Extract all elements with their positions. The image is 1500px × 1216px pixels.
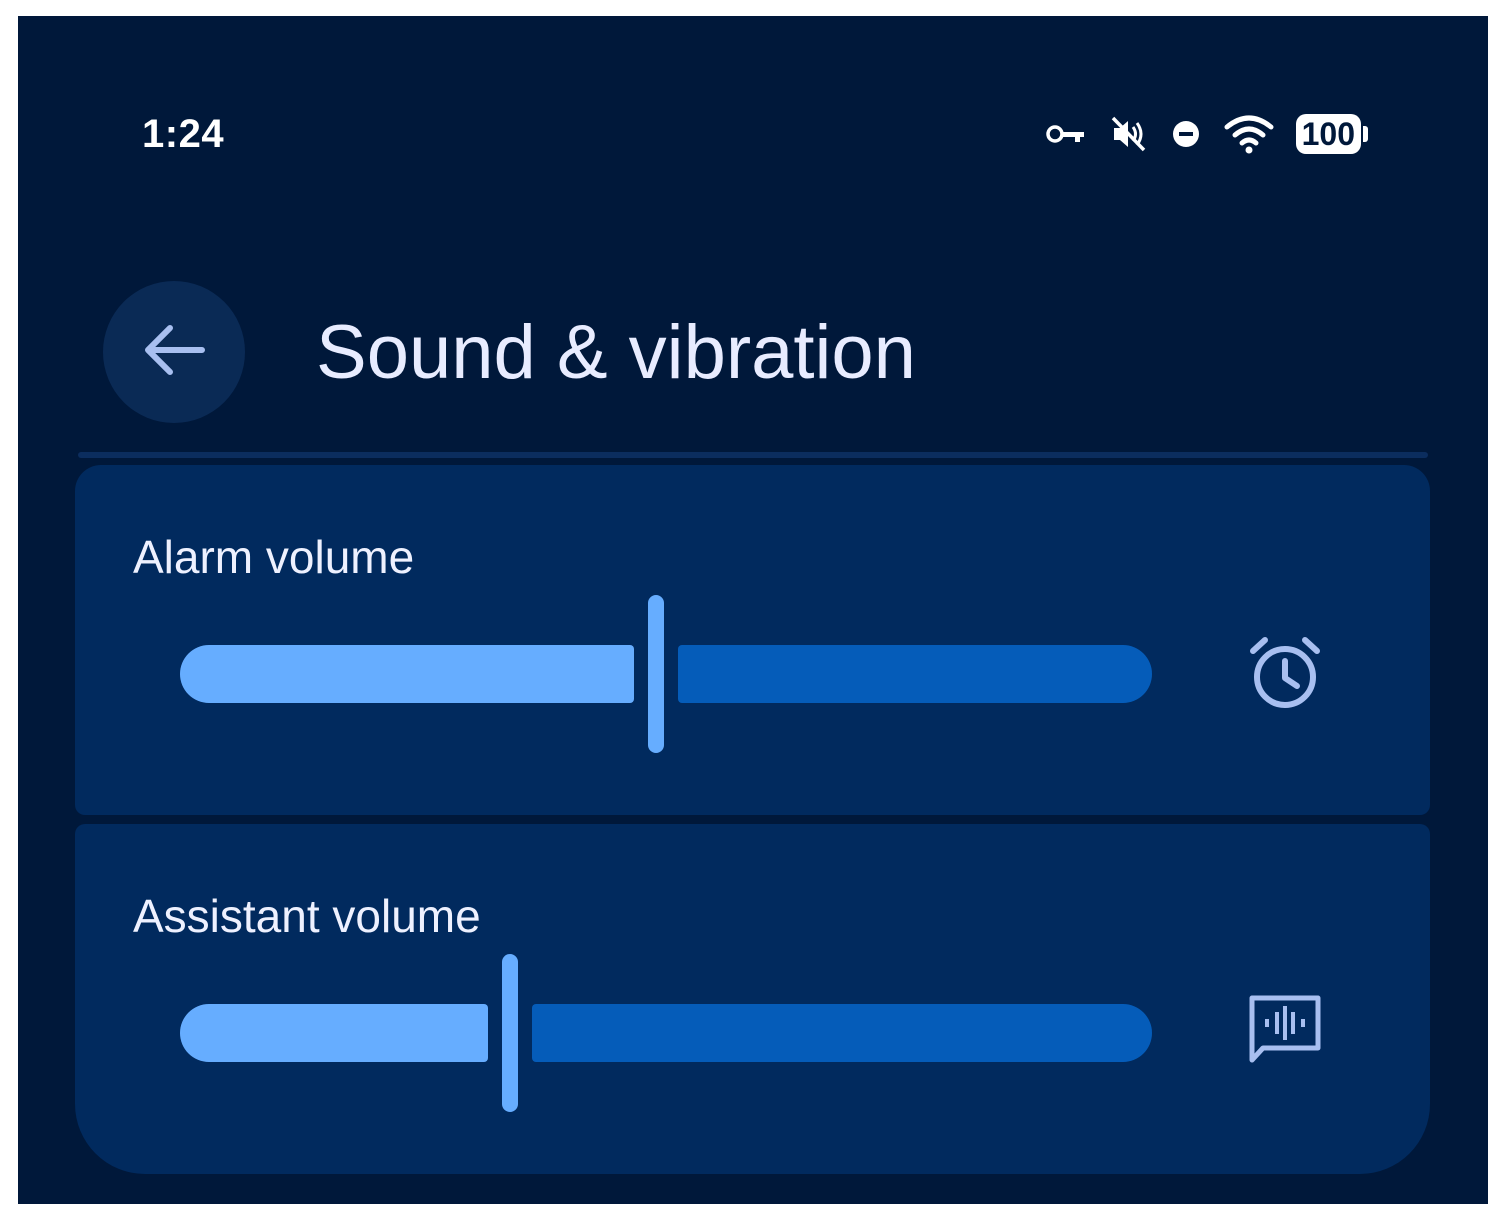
status-icons: 100 <box>1045 112 1368 156</box>
alarm-volume-slider[interactable] <box>180 595 1152 755</box>
header-divider <box>78 452 1428 458</box>
battery-icon: 100 <box>1295 114 1368 154</box>
alarm-volume-card: Alarm volume <box>75 465 1430 815</box>
assistant-volume-slider[interactable] <box>180 954 1152 1114</box>
settings-screen: 1:24 100 Sound & vibration Alarm volume … <box>18 16 1488 1204</box>
status-time: 1:24 <box>142 112 225 156</box>
vibrate-off-icon <box>1108 114 1148 154</box>
alarm-clock-icon <box>1245 633 1325 713</box>
assistant-volume-track-inactive[interactable] <box>532 1004 1152 1062</box>
back-button[interactable] <box>103 281 245 423</box>
wifi-icon <box>1224 114 1274 154</box>
battery-level: 100 <box>1295 114 1361 154</box>
assistant-volume-thumb[interactable] <box>502 954 518 1112</box>
alarm-volume-track-inactive[interactable] <box>678 645 1152 703</box>
page-title: Sound & vibration <box>316 310 916 395</box>
alarm-volume-label: Alarm volume <box>133 531 415 583</box>
assistant-volume-label: Assistant volume <box>133 890 481 942</box>
assistant-voice-icon <box>1245 992 1325 1072</box>
battery-tip <box>1363 126 1368 142</box>
arrow-left-icon <box>142 322 206 383</box>
alarm-volume-track-active[interactable] <box>180 645 634 703</box>
alarm-volume-thumb[interactable] <box>648 595 664 753</box>
assistant-volume-track-active[interactable] <box>180 1004 488 1062</box>
vpn-key-icon <box>1045 121 1086 147</box>
assistant-volume-card: Assistant volume <box>75 824 1430 1174</box>
do-not-disturb-icon <box>1170 118 1202 150</box>
